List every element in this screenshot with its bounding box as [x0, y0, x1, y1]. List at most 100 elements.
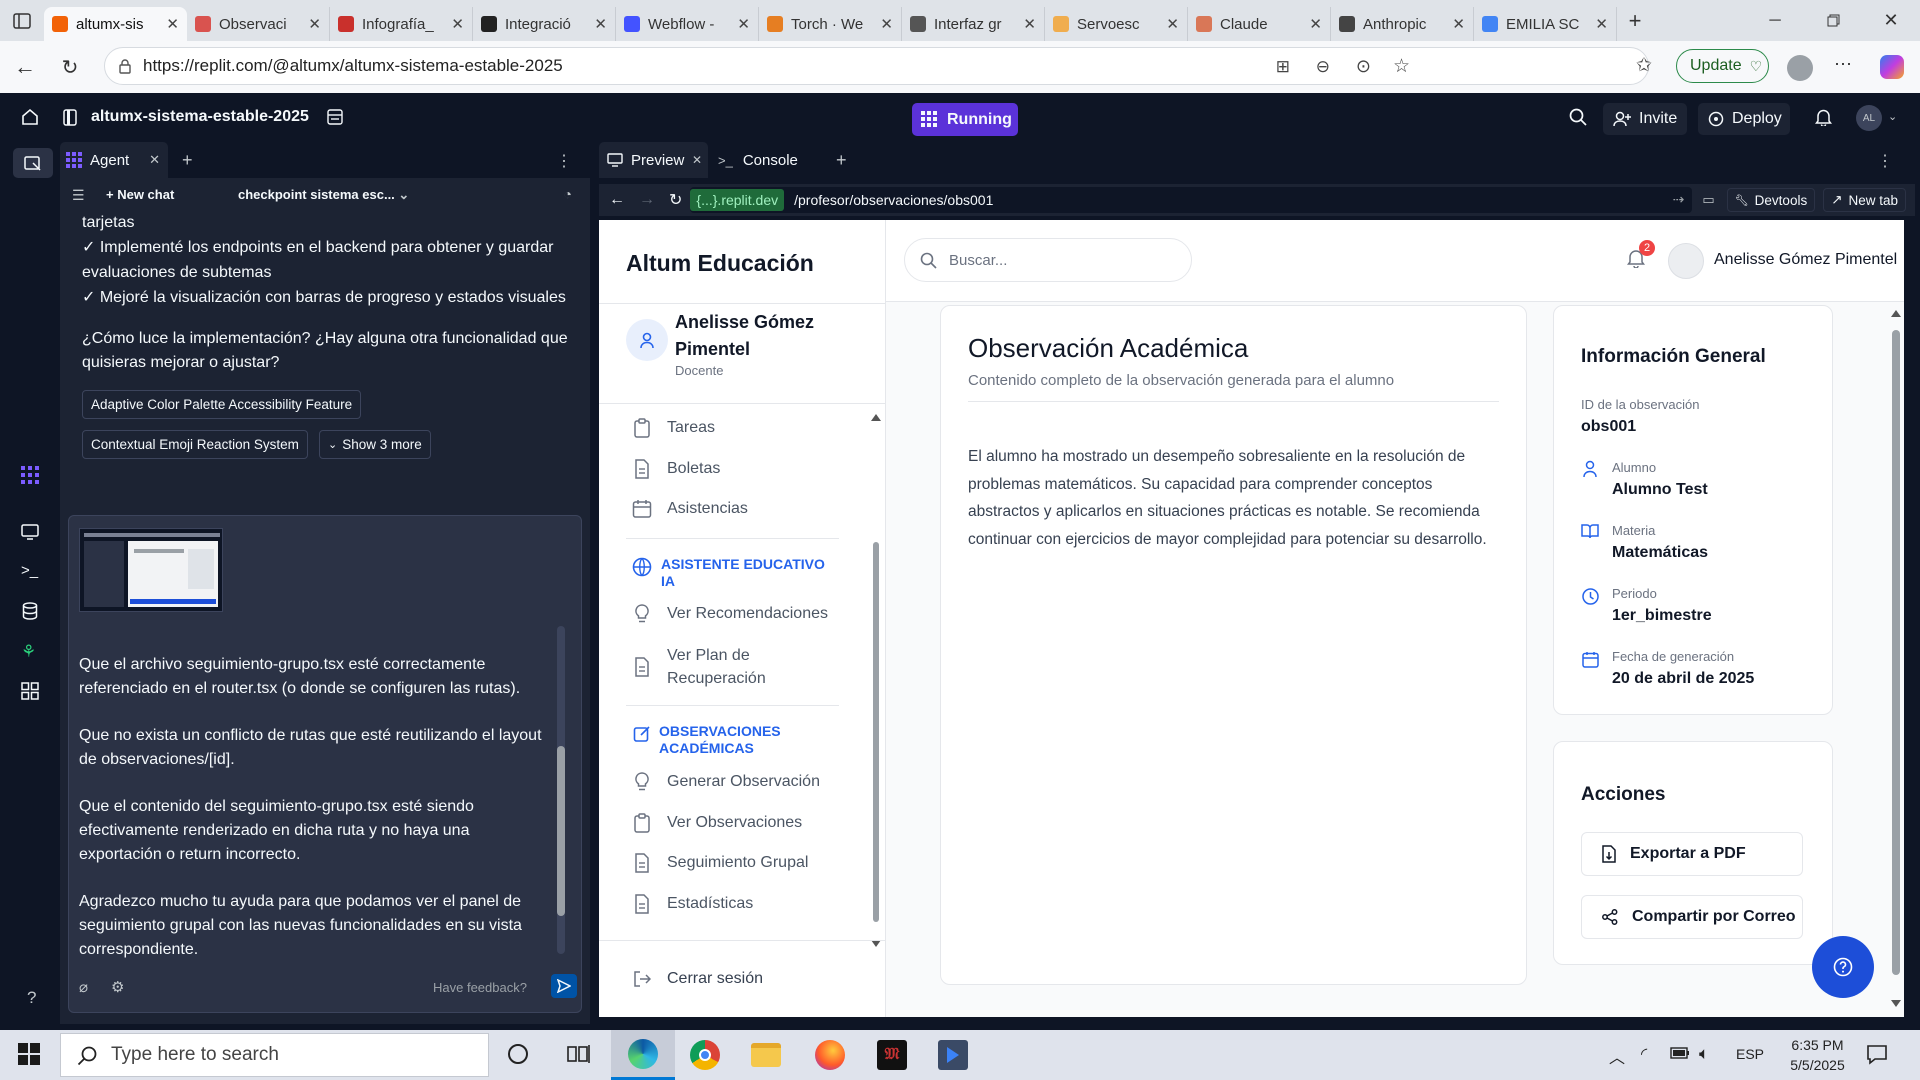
- sidebar-item-asistencias[interactable]: Asistencias: [631, 498, 748, 520]
- header-avatar[interactable]: [1668, 243, 1704, 279]
- taskbar-chrome-icon[interactable]: [690, 1040, 720, 1070]
- preview-icon[interactable]: [21, 524, 39, 540]
- close-tab-icon[interactable]: ✕: [149, 152, 160, 168]
- sidebar-item-seguimiento-grupal[interactable]: Seguimiento Grupal: [631, 852, 808, 874]
- favorite-icon[interactable]: ☆: [1393, 55, 1410, 78]
- notifications-icon[interactable]: [1815, 108, 1832, 126]
- new-tab-icon[interactable]: +: [1617, 4, 1653, 38]
- minimize-icon[interactable]: ─: [1746, 0, 1804, 41]
- invite-button[interactable]: Invite: [1603, 103, 1687, 135]
- help-fab[interactable]: [1812, 936, 1874, 998]
- close-tab-icon[interactable]: ✕: [692, 153, 702, 167]
- main-scrollbar[interactable]: [1890, 310, 1902, 1010]
- profile-avatar[interactable]: [1787, 55, 1813, 81]
- browser-tab[interactable]: altumx-sis ✕: [44, 7, 187, 41]
- devtools-button[interactable]: 🔧︎ Devtools: [1726, 188, 1816, 212]
- help-icon[interactable]: ?: [27, 988, 36, 1008]
- reload-icon[interactable]: ↻: [55, 52, 85, 82]
- volume-icon[interactable]: 🔈︎: [1699, 1044, 1709, 1064]
- back-icon[interactable]: ←: [10, 52, 40, 82]
- tab-preview[interactable]: Preview ✕: [599, 142, 708, 178]
- new-tab-button[interactable]: ↗ New tab: [1823, 188, 1907, 212]
- suggestion-chip[interactable]: Adaptive Color Palette Accessibility Fea…: [82, 390, 362, 419]
- notifications-center-icon[interactable]: [1866, 1043, 1888, 1065]
- pane-options-icon[interactable]: ⋮: [556, 151, 572, 171]
- feedback-link[interactable]: Have feedback?: [433, 980, 527, 995]
- close-tab-icon[interactable]: ✕: [166, 15, 179, 33]
- notifications-button[interactable]: 2: [1627, 240, 1655, 272]
- scroll-down-icon[interactable]: [1891, 1000, 1901, 1007]
- close-tab-icon[interactable]: ✕: [1595, 15, 1608, 33]
- taskbar-app-icon[interactable]: 𝔐: [877, 1040, 907, 1070]
- scroll-up-icon[interactable]: [871, 414, 881, 421]
- home-icon[interactable]: [21, 108, 39, 126]
- chat-composer[interactable]: Que el archivo seguimiento-grupo.tsx est…: [68, 515, 582, 1013]
- chevron-down-icon[interactable]: ⌄: [1888, 110, 1897, 123]
- close-tab-icon[interactable]: ✕: [594, 15, 607, 33]
- new-chat-button[interactable]: + New chat: [106, 187, 174, 202]
- close-tab-icon[interactable]: ✕: [1166, 15, 1179, 33]
- wifi-icon[interactable]: ◜: [1641, 1044, 1647, 1064]
- favorites-bar-icon[interactable]: ✩: [1636, 54, 1652, 77]
- close-tab-icon[interactable]: ✕: [880, 15, 893, 33]
- console-icon[interactable]: >_: [21, 562, 38, 579]
- user-avatar[interactable]: AL: [1856, 105, 1882, 131]
- scroll-down-icon[interactable]: [871, 940, 881, 947]
- open-url-icon[interactable]: ⇢: [1673, 191, 1685, 208]
- restore-icon[interactable]: [1804, 0, 1862, 41]
- browser-tab[interactable]: Servoesc ✕: [1045, 7, 1188, 41]
- scroll-up-icon[interactable]: [1891, 310, 1901, 317]
- close-tab-icon[interactable]: ✕: [1023, 15, 1036, 33]
- sidebar-item-ver-plan[interactable]: Ver Plan de Recuperación: [631, 644, 766, 690]
- run-status-button[interactable]: Running: [912, 103, 1018, 136]
- sidebar-item-tareas[interactable]: Tareas: [631, 417, 715, 439]
- suggestion-chip[interactable]: Contextual Emoji Reaction System: [82, 430, 308, 459]
- zoom-icon[interactable]: ⊖: [1316, 57, 1330, 77]
- taskbar-app-icon[interactable]: [938, 1040, 968, 1070]
- attached-screenshot-thumbnail[interactable]: [79, 528, 223, 612]
- close-tab-icon[interactable]: ✕: [451, 15, 464, 33]
- browser-tab[interactable]: Anthropic ✕: [1331, 7, 1474, 41]
- sidebar-item-estadisticas[interactable]: Estadísticas: [631, 893, 753, 915]
- forward-icon[interactable]: →: [639, 191, 655, 209]
- add-tab-icon[interactable]: +: [836, 150, 847, 171]
- show-hidden-icons-icon[interactable]: ︿: [1609, 1044, 1625, 1068]
- chat-history-icon[interactable]: ☰: [72, 187, 85, 204]
- taskbar-explorer-icon[interactable]: [751, 1043, 781, 1067]
- close-tab-icon[interactable]: ✕: [308, 15, 321, 33]
- input-language[interactable]: ESP: [1736, 1046, 1764, 1062]
- browser-tab[interactable]: Webflow - ✕: [616, 7, 759, 41]
- checkpoint-dropdown[interactable]: checkpoint sistema esc... ⌄: [238, 187, 409, 203]
- logout-button[interactable]: Cerrar sesión: [631, 968, 763, 990]
- deploy-button[interactable]: Deploy: [1698, 103, 1790, 135]
- attach-icon[interactable]: ⌀: [79, 978, 88, 996]
- tab-agent[interactable]: Agent ✕: [60, 142, 168, 178]
- browser-tab[interactable]: Infografía_ ✕: [330, 7, 473, 41]
- repl-name[interactable]: altumx-sistema-estable-2025: [91, 108, 309, 126]
- close-tab-icon[interactable]: ✕: [737, 15, 750, 33]
- copilot-icon[interactable]: [1880, 55, 1904, 79]
- export-pdf-button[interactable]: Exportar a PDF: [1581, 832, 1803, 876]
- browser-tab[interactable]: EMILIA SC ✕: [1474, 7, 1617, 41]
- usage-gauge-icon[interactable]: ◔: [564, 186, 572, 202]
- browser-tab[interactable]: Integració ✕: [473, 7, 616, 41]
- battery-icon[interactable]: [1670, 1047, 1690, 1059]
- update-button[interactable]: Update ♡: [1676, 49, 1769, 83]
- search-input[interactable]: Buscar...: [904, 238, 1192, 282]
- show-more-button[interactable]: ⌄ Show 3 more: [319, 430, 431, 459]
- settings-icon[interactable]: ⚙: [111, 978, 124, 996]
- send-button[interactable]: [551, 974, 577, 998]
- address-bar[interactable]: https://replit.com/@altumx/altumx-sistem…: [104, 47, 1649, 85]
- reload-icon[interactable]: ↻: [669, 190, 682, 210]
- sidebar-scrollbar[interactable]: [871, 414, 881, 950]
- browser-tab[interactable]: Interfaz gr ✕: [902, 7, 1045, 41]
- task-view-icon[interactable]: [567, 1043, 591, 1065]
- database-icon[interactable]: [22, 602, 38, 620]
- taskbar-search-input[interactable]: Type here to search: [60, 1033, 489, 1077]
- taskbar-firefox-icon[interactable]: [815, 1040, 845, 1070]
- header-user-name[interactable]: Anelisse Gómez Pimentel: [1714, 251, 1897, 269]
- sidebar-item-generar-observacion[interactable]: Generar Observación: [631, 771, 820, 793]
- all-tools-icon[interactable]: [21, 682, 39, 700]
- repl-info-icon[interactable]: [327, 109, 343, 125]
- extension-icon[interactable]: ⊙: [1356, 56, 1371, 77]
